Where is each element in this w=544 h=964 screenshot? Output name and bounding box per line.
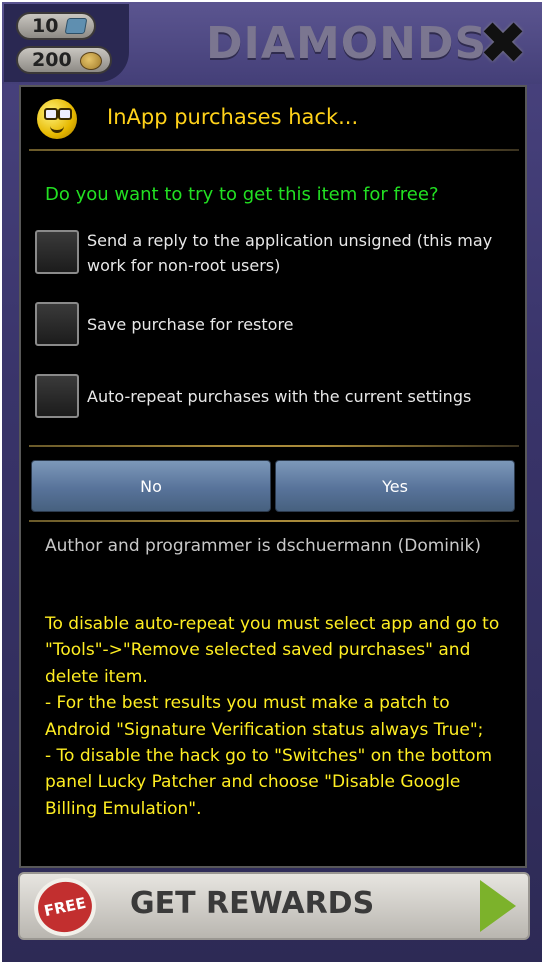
options-divider	[29, 445, 519, 447]
inapp-hack-dialog: InApp purchases hack... Do you want to t…	[19, 85, 527, 868]
currency-panel: 10 200	[4, 4, 129, 82]
coin-icon	[80, 52, 102, 70]
glasses-lens-left	[44, 108, 58, 120]
checkbox-auto-repeat[interactable]	[35, 374, 79, 418]
arrow-right-icon	[480, 880, 516, 932]
option-label: Save purchase for restore	[87, 315, 294, 334]
no-button[interactable]: No	[31, 460, 271, 512]
author-credit: Author and programmer is dschuermann (Do…	[45, 536, 481, 556]
checkbox-send-unsigned[interactable]	[35, 230, 79, 274]
diamonds-count: 10	[32, 15, 59, 37]
option-label: Send a reply to the application unsigned…	[87, 231, 493, 275]
buttons-divider	[29, 520, 519, 522]
rewards-label: GET REWARDS	[130, 886, 375, 921]
game-top-bar: 10 200 DIAMONDS ✖	[2, 2, 542, 84]
gem-icon	[64, 18, 88, 34]
smiley-mouth	[50, 125, 64, 133]
free-item-question: Do you want to try to get this item for …	[45, 184, 439, 205]
smiley-icon	[37, 99, 77, 139]
get-rewards-button[interactable]: FREE GET REWARDS	[18, 872, 530, 942]
dialog-title: InApp purchases hack...	[107, 105, 359, 129]
glasses-lens-right	[58, 108, 72, 120]
free-badge-icon: FREE	[28, 872, 102, 942]
diamonds-counter: 10	[16, 12, 96, 40]
header-divider	[29, 149, 519, 151]
yes-button[interactable]: Yes	[275, 460, 515, 512]
coins-count: 200	[32, 49, 72, 71]
coins-counter: 200	[16, 46, 112, 74]
hack-info-text: To disable auto-repeat you must select a…	[45, 614, 500, 819]
game-title: DIAMONDS	[206, 18, 488, 69]
close-icon[interactable]: ✖	[476, 14, 530, 72]
dialog-header: InApp purchases hack...	[21, 87, 525, 151]
option-label: Auto-repeat purchases with the current s…	[87, 387, 472, 406]
checkbox-save-restore[interactable]	[35, 302, 79, 346]
